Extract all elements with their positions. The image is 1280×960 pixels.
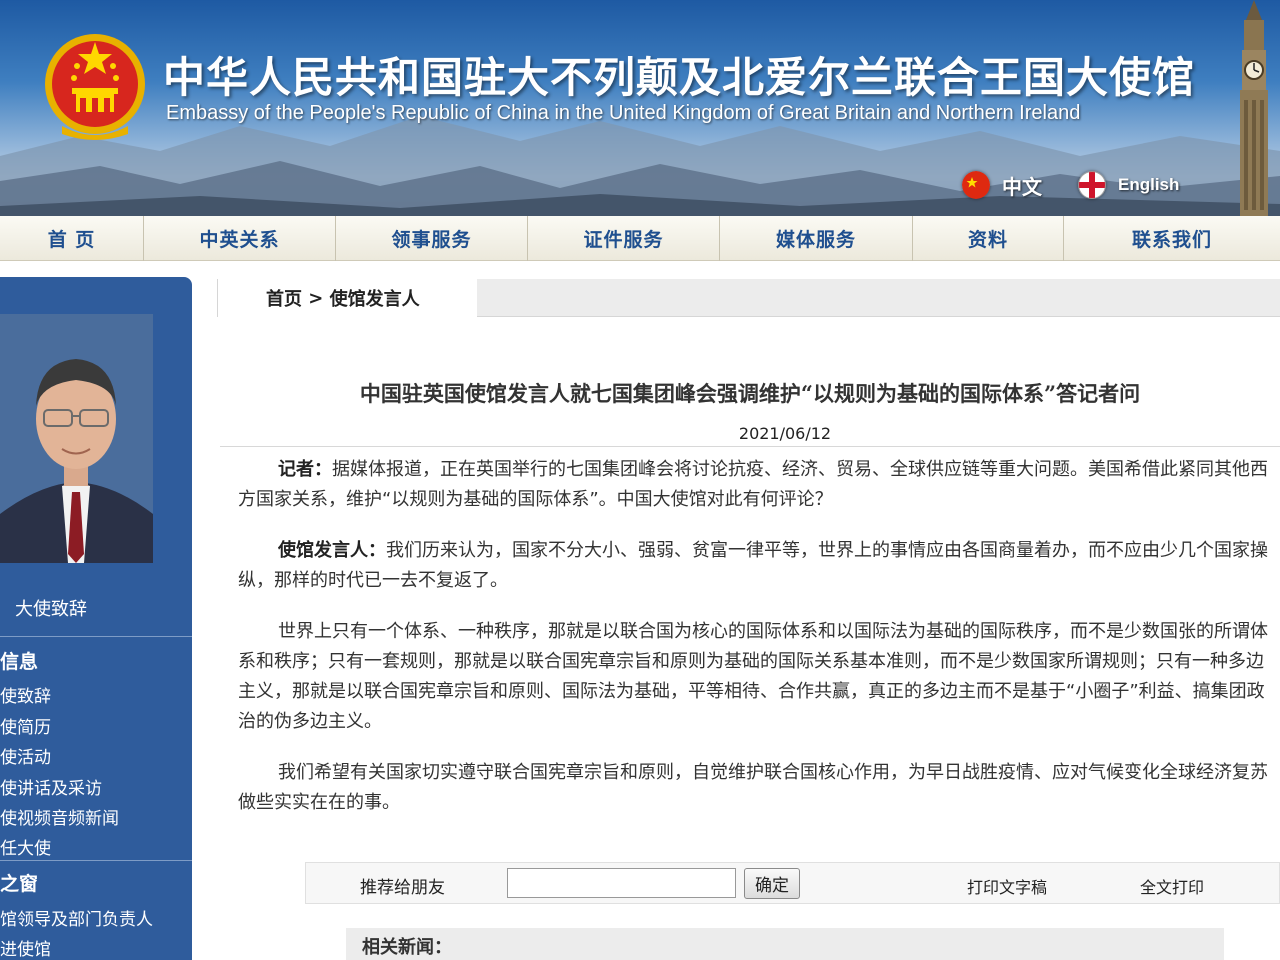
answer-label: 使馆发言人： xyxy=(278,540,386,561)
print-text-link[interactable]: 打印文字稿 xyxy=(967,874,1047,898)
sidebar-link-video-audio[interactable]: 使视频音频新闻 xyxy=(0,804,119,829)
nav-contact-us[interactable]: 联系我们 xyxy=(1064,216,1280,261)
sidebar-section-info-heading: 信息 xyxy=(0,651,39,673)
answer-text: 我们历来认为，国家不分大小、强弱、贫富一律平等，世界上的事情应由各国商量着办，而… xyxy=(238,540,1268,591)
language-english-link[interactable]: English xyxy=(1078,170,1179,200)
ambassador-speech-caption[interactable]: 大使致辞 xyxy=(15,595,87,621)
nav-consular-services[interactable]: 领事服务 xyxy=(336,216,528,261)
header-banner: 中华人民共和国驻大不列颠及北爱尔兰联合王国大使馆 Embassy of the … xyxy=(0,0,1280,216)
question-text: 据媒体报道，正在英国举行的七国集团峰会将讨论抗疫、经济、贸易、全球供应链等重大问… xyxy=(238,459,1268,510)
sidebar-link-biography[interactable]: 使简历 xyxy=(0,713,51,738)
uk-flag-icon xyxy=(1078,171,1106,199)
ambassador-portrait xyxy=(0,314,153,563)
sidebar-divider xyxy=(0,636,192,637)
site-title-chinese: 中华人民共和国驻大不列颠及北爱尔兰联合王国大使馆 xyxy=(163,53,1196,102)
breadcrumb-separator: > xyxy=(302,287,330,309)
site-title-english: Embassy of the People's Republic of Chin… xyxy=(166,102,1081,124)
related-news-bar xyxy=(346,928,1224,960)
sidebar-link-speech[interactable]: 使致辞 xyxy=(0,682,51,707)
sidebar-divider xyxy=(0,860,192,861)
article-paragraph-4: 我们希望有关国家切实遵守联合国宪章宗旨和原则，自觉维护联合国核心作用，为早日战胜… xyxy=(238,762,1268,813)
sidebar-link-leadership[interactable]: 馆领导及部门负责人 xyxy=(0,905,153,930)
ambassador-photo[interactable] xyxy=(0,314,153,563)
article-paragraph-question: 记者：据媒体报道，正在英国举行的七国集团峰会将讨论抗疫、经济、贸易、全球供应链等… xyxy=(238,455,1280,515)
main-navigation: 首 页 中英关系 领事服务 证件服务 媒体服务 资料 联系我们 xyxy=(0,216,1280,261)
print-full-link[interactable]: 全文打印 xyxy=(1140,874,1204,898)
nav-document-services[interactable]: 证件服务 xyxy=(528,216,720,261)
related-news-heading: 相关新闻： xyxy=(362,937,452,958)
confirm-button[interactable]: 确定 xyxy=(744,868,800,899)
recommend-label: 推荐给朋友 xyxy=(360,878,445,898)
article-date: 2021/06/12 xyxy=(738,424,832,443)
breadcrumb: 首页 > 使馆发言人 xyxy=(217,279,477,317)
language-chinese-link[interactable]: 中文 xyxy=(962,170,1042,200)
breadcrumb-home[interactable]: 首页 xyxy=(266,285,302,311)
nav-china-uk-relations[interactable]: 中英关系 xyxy=(144,216,336,261)
nav-resources[interactable]: 资料 xyxy=(913,216,1064,261)
sidebar-link-activities[interactable]: 使活动 xyxy=(0,743,51,768)
sidebar-section-window-heading: 之窗 xyxy=(0,873,39,895)
title-divider xyxy=(220,446,1280,447)
article-paragraph-3: 世界上只有一个体系、一种秩序，那就是以联合国为核心的国际体系和以国际法为基础的国… xyxy=(238,621,1268,732)
big-ben-tower xyxy=(1240,0,1268,216)
article-paragraph-answer: 使馆发言人：我们历来认为，国家不分大小、强弱、贫富一律平等，世界上的事情应由各国… xyxy=(238,536,1280,596)
breadcrumb-current[interactable]: 使馆发言人 xyxy=(330,285,420,311)
nav-media-services[interactable]: 媒体服务 xyxy=(720,216,913,261)
sidebar-link-interviews[interactable]: 使讲话及采访 xyxy=(0,774,102,799)
article-title: 中国驻英国使馆发言人就七国集团峰会强调维护“以规则为基础的国际体系”答记者问 xyxy=(359,381,1141,406)
national-emblem-icon xyxy=(45,34,145,140)
china-flag-icon xyxy=(962,171,990,199)
language-english-label[interactable]: English xyxy=(1118,175,1179,195)
question-label: 记者： xyxy=(278,459,332,480)
recommend-email-input[interactable] xyxy=(507,868,736,898)
left-sidebar: 大使致辞 信息 使致辞 使简历 使活动 使讲话及采访 使视频音频新闻 任大使 之… xyxy=(0,277,192,960)
sidebar-link-enter-embassy[interactable]: 进使馆 xyxy=(0,935,51,960)
nav-home[interactable]: 首 页 xyxy=(0,216,144,261)
sidebar-link-former-ambassadors[interactable]: 任大使 xyxy=(0,834,51,859)
language-chinese-label[interactable]: 中文 xyxy=(1002,171,1042,200)
